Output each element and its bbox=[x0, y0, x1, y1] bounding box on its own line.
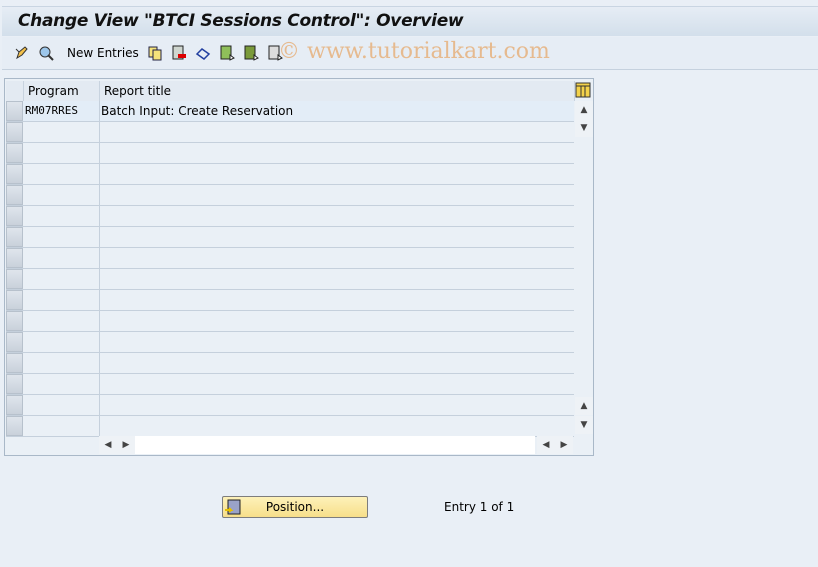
table-row bbox=[6, 248, 574, 269]
scroll-right-end-button[interactable]: ▶ bbox=[555, 436, 573, 454]
select-block-icon[interactable] bbox=[243, 45, 259, 61]
scroll-left-end-button[interactable]: ◀ bbox=[537, 436, 555, 454]
row-selector[interactable] bbox=[6, 206, 23, 226]
cell-program[interactable] bbox=[24, 332, 100, 352]
cell-program[interactable] bbox=[24, 395, 100, 415]
row-selector[interactable] bbox=[6, 290, 23, 310]
select-all-icon[interactable] bbox=[219, 45, 235, 61]
cell-program[interactable] bbox=[24, 227, 100, 247]
row-selector[interactable] bbox=[6, 185, 23, 205]
title-bar: Change View "BTCI Sessions Control": Ove… bbox=[2, 6, 818, 36]
row-selector[interactable] bbox=[6, 395, 23, 415]
cell-program[interactable] bbox=[24, 374, 100, 394]
cell-program[interactable] bbox=[24, 248, 100, 268]
scroll-down-button[interactable]: ▼ bbox=[575, 416, 593, 434]
horizontal-scrollbar[interactable] bbox=[135, 436, 535, 454]
table-row bbox=[6, 122, 574, 143]
table-settings-icon[interactable] bbox=[575, 82, 591, 98]
row-selector[interactable] bbox=[6, 353, 23, 373]
row-selector[interactable] bbox=[6, 311, 23, 331]
find-icon[interactable] bbox=[38, 45, 54, 61]
row-selector[interactable] bbox=[6, 332, 23, 352]
scroll-page-up-button[interactable]: ▲ bbox=[575, 397, 593, 415]
table-row bbox=[6, 206, 574, 227]
scroll-up-button[interactable]: ▲ bbox=[575, 101, 593, 119]
cell-program[interactable]: RM07RRES bbox=[24, 101, 100, 121]
row-selector[interactable] bbox=[6, 122, 23, 142]
cell-program[interactable] bbox=[24, 185, 100, 205]
table-row bbox=[6, 185, 574, 206]
cell-program[interactable] bbox=[24, 164, 100, 184]
entry-counter: Entry 1 of 1 bbox=[444, 500, 515, 514]
table-row bbox=[6, 143, 574, 164]
column-header-program[interactable]: Program bbox=[24, 81, 100, 101]
table-row bbox=[6, 290, 574, 311]
position-button-label: Position... bbox=[265, 500, 325, 514]
table-row bbox=[6, 332, 574, 353]
new-entries-button[interactable]: New Entries bbox=[67, 46, 139, 60]
cell-program[interactable] bbox=[24, 122, 100, 142]
scroll-right-button[interactable]: ▶ bbox=[117, 436, 135, 454]
table-row: RM07RRES Batch Input: Create Reservation bbox=[6, 101, 574, 122]
row-selector[interactable] bbox=[6, 374, 23, 394]
table-row bbox=[6, 269, 574, 290]
delete-icon[interactable] bbox=[171, 45, 187, 61]
table-control: Program Report title RM07RRES Batch Input… bbox=[4, 78, 594, 456]
watermark: © www.tutorialkart.com bbox=[278, 39, 550, 64]
table-row bbox=[6, 227, 574, 248]
undo-icon[interactable] bbox=[195, 45, 211, 61]
cell-program[interactable] bbox=[24, 311, 100, 331]
table-row bbox=[6, 311, 574, 332]
position-icon bbox=[225, 499, 241, 515]
cell-program[interactable] bbox=[24, 290, 100, 310]
row-selector[interactable] bbox=[6, 143, 23, 163]
row-selector[interactable] bbox=[6, 101, 23, 121]
cell-program[interactable] bbox=[24, 269, 100, 289]
column-header-report-title[interactable]: Report title bbox=[100, 81, 575, 101]
table-row bbox=[6, 353, 574, 374]
row-selector[interactable] bbox=[6, 227, 23, 247]
cell-report-title[interactable]: Batch Input: Create Reservation bbox=[101, 101, 293, 121]
cell-program[interactable] bbox=[24, 353, 100, 373]
position-button[interactable]: Position... bbox=[222, 496, 368, 518]
row-selector[interactable] bbox=[6, 269, 23, 289]
table-row bbox=[6, 416, 574, 437]
scroll-left-button[interactable]: ◀ bbox=[99, 436, 117, 454]
table-row bbox=[6, 164, 574, 185]
page-title: Change View "BTCI Sessions Control": Ove… bbox=[18, 11, 464, 31]
cell-program[interactable] bbox=[24, 143, 100, 163]
select-all-rows-button[interactable] bbox=[6, 81, 24, 101]
row-selector[interactable] bbox=[6, 164, 23, 184]
application-toolbar: New Entries © www.tutorialkart.com bbox=[2, 37, 818, 70]
cell-program[interactable] bbox=[24, 416, 100, 436]
table-row bbox=[6, 374, 574, 395]
cell-program[interactable] bbox=[24, 206, 100, 226]
row-selector[interactable] bbox=[6, 416, 23, 436]
copy-icon[interactable] bbox=[147, 45, 163, 61]
scroll-page-down-button[interactable]: ▼ bbox=[575, 119, 593, 137]
row-selector[interactable] bbox=[6, 248, 23, 268]
display-change-icon[interactable] bbox=[14, 45, 30, 61]
table-row bbox=[6, 395, 574, 416]
